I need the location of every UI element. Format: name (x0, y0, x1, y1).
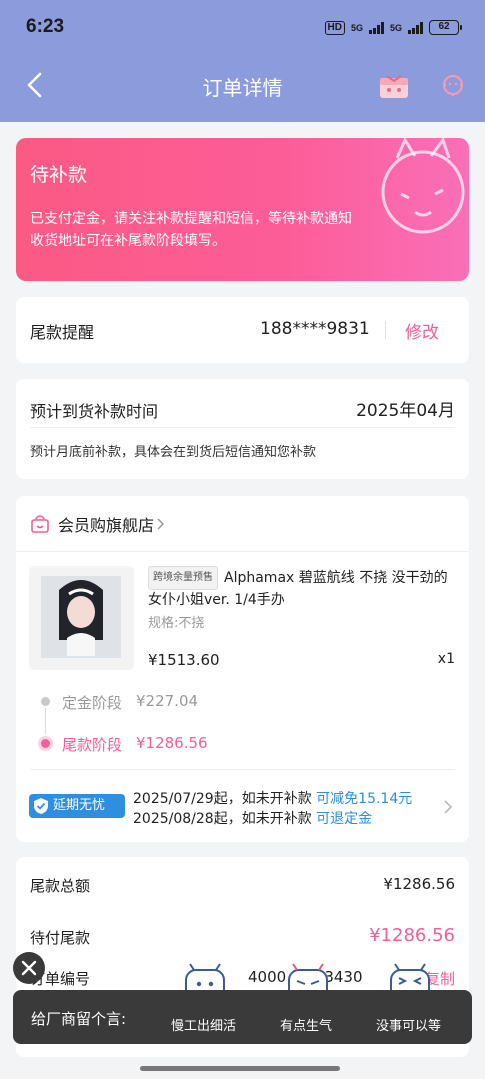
product-spec: 规格:不挠 (148, 616, 205, 631)
final-stage-label: 尾款阶段 (62, 736, 123, 754)
guarantee-link-1[interactable]: 可减免15.14元 (316, 791, 412, 807)
store-bag-icon (31, 515, 49, 533)
due-label: 待付尾款 (30, 929, 91, 947)
estimate-label: 预计到货补款时间 (30, 402, 159, 421)
figure-image-icon (29, 566, 134, 670)
product-price: ¥1513.60 (148, 651, 220, 669)
message-label: 给厂商留个言: (31, 1010, 127, 1028)
store-name: 会员购旗舰店 (58, 516, 155, 535)
delay-guarantee-badge: 延期无忧 (29, 794, 125, 818)
status-time: 6:23 (26, 16, 65, 37)
close-button[interactable] (13, 952, 45, 984)
guarantee-line-1: 2025/07/29起，如未开补款 可减免15.14元 (133, 788, 412, 808)
divider (30, 769, 455, 770)
deposit-stage-amount: ¥227.04 (136, 692, 199, 710)
network-label-2: 5G (389, 22, 402, 33)
page-title: 订单详情 (202, 76, 283, 100)
customer-service-icon[interactable] (440, 72, 466, 98)
home-indicator (140, 1066, 340, 1071)
mascot-illustration-icon (381, 138, 465, 234)
signal-icon (368, 21, 384, 34)
reminder-label: 尾款提醒 (30, 323, 95, 342)
header-bar: 6:23 HD 5G 5G 62 订单详情 (0, 0, 485, 122)
stage-connector (45, 708, 46, 734)
store-row[interactable]: 会员购旗舰店 (30, 512, 166, 536)
final-stage-amount: ¥1286.56 (136, 734, 208, 752)
signal-icon-2 (408, 21, 423, 34)
order-product-card: 会员购旗舰店 跨境余量预售 Alphamax 碧蓝航线 不挠 没干劲的女仆小姐ve… (16, 496, 469, 842)
divider (385, 321, 386, 339)
banner-title: 待补款 (30, 164, 88, 186)
manufacturer-message-bar: 给厂商留个言: 慢工出细活 有点生气 没事可以等 (13, 990, 472, 1044)
network-label-1: 5G (350, 22, 363, 33)
product-quantity: x1 (437, 651, 455, 667)
badge-label: 延期无忧 (53, 798, 106, 813)
estimate-time-card: 预计到货补款时间 2025年04月 预计月底前补款，具体会在到货后短信通知您补款 (16, 379, 469, 479)
guarantee-text-2: 2025/08/28起，如未开补款 (133, 811, 312, 827)
product-image[interactable] (29, 566, 134, 670)
status-banner: 待补款 已支付定金，请关注补款提醒和短信，等待补款通知 收货地址可在补尾款阶段填… (16, 138, 469, 281)
shield-check-icon (34, 798, 48, 814)
gift-box-icon[interactable] (377, 70, 411, 102)
chevron-right-icon (157, 518, 165, 530)
presale-tag: 跨境余量预售 (148, 566, 218, 590)
message-option-1[interactable]: 慢工出细活 (171, 1015, 236, 1034)
deposit-stage-dot (41, 697, 50, 706)
chevron-right-icon[interactable] (443, 799, 453, 815)
status-icons: HD 5G 5G 62 (324, 20, 462, 35)
total-value: ¥1286.56 (383, 875, 455, 893)
banner-description: 已支付定金，请关注补款提醒和短信，等待补款通知 收货地址可在补尾款阶段填写。 (30, 211, 352, 249)
guarantee-text-1: 2025/07/29起，如未开补款 (133, 791, 312, 807)
final-payment-reminder-card: 尾款提醒 188****9831 修改 (16, 297, 469, 363)
due-value: ¥1286.56 (369, 925, 455, 946)
product-title: 跨境余量预售 Alphamax 碧蓝航线 不挠 没干劲的女仆小姐ver. 1/4手… (148, 566, 456, 610)
product-row[interactable]: 跨境余量预售 Alphamax 碧蓝航线 不挠 没干劲的女仆小姐ver. 1/4手… (16, 552, 469, 682)
battery-icon: 62 (429, 20, 462, 35)
estimate-note: 预计月底前补款，具体会在到货后短信通知您补款 (30, 445, 317, 460)
total-label: 尾款总额 (30, 877, 91, 895)
deposit-stage-label: 定金阶段 (62, 694, 123, 712)
divider (30, 427, 455, 428)
close-icon (21, 960, 37, 976)
reminder-phone: 188****9831 (260, 319, 370, 339)
message-option-3[interactable]: 没事可以等 (376, 1015, 441, 1034)
estimate-date: 2025年04月 (356, 401, 455, 421)
final-stage-dot (41, 739, 50, 748)
guarantee-link-2[interactable]: 可退定金 (316, 811, 372, 827)
hd-icon: HD (324, 20, 345, 35)
message-option-2[interactable]: 有点生气 (280, 1015, 332, 1034)
guarantee-line-2: 2025/08/28起，如未开补款 可退定金 (133, 808, 372, 828)
modify-button[interactable]: 修改 (405, 318, 439, 343)
